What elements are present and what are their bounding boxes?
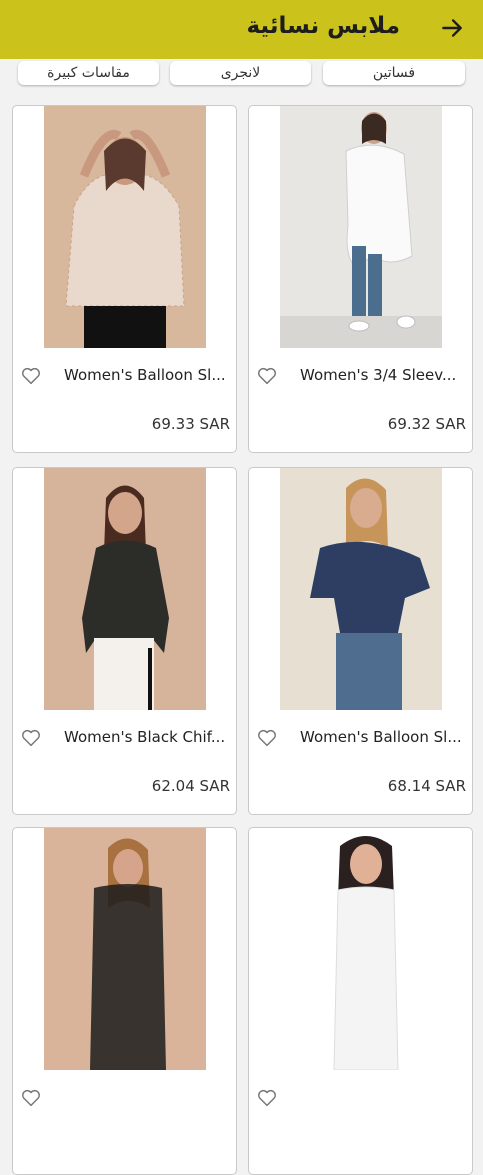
product-card[interactable]: Women's Balloon Sl... 68.14 SAR <box>248 467 473 815</box>
product-name: Women's 3/4 Sleev... <box>300 366 457 384</box>
product-name: Women's Balloon Sl... <box>64 366 226 384</box>
app-header: ملابس نسائية <box>0 0 483 59</box>
heart-icon[interactable] <box>20 365 42 387</box>
chip-lingerie[interactable]: لانجرى <box>170 61 311 85</box>
heart-icon[interactable] <box>256 365 278 387</box>
product-price: 69.33 SAR <box>151 415 230 433</box>
product-image[interactable] <box>280 106 442 348</box>
page-title: ملابس نسائية <box>246 13 400 39</box>
chip-plus-size[interactable]: مقاسات كبيرة <box>18 61 159 85</box>
heart-icon[interactable] <box>20 727 42 749</box>
product-image[interactable] <box>280 828 442 1070</box>
category-chips: فساتين لانجرى مقاسات كبيرة <box>0 59 483 89</box>
product-card[interactable]: Women's 3/4 Sleev... 69.32 SAR <box>248 105 473 453</box>
chip-dresses[interactable]: فساتين <box>323 61 465 85</box>
product-card[interactable]: Women's Balloon Sl... 69.33 SAR <box>12 105 237 453</box>
heart-icon[interactable] <box>20 1087 42 1109</box>
arrow-right-icon[interactable] <box>439 15 465 41</box>
heart-icon[interactable] <box>256 1087 278 1109</box>
product-image[interactable] <box>44 828 206 1070</box>
product-card[interactable] <box>248 827 473 1175</box>
product-card[interactable]: Women's Black Chif... 62.04 SAR <box>12 467 237 815</box>
product-price: 68.14 SAR <box>387 777 466 795</box>
product-price: 62.04 SAR <box>151 777 230 795</box>
heart-icon[interactable] <box>256 727 278 749</box>
product-name: Women's Black Chif... <box>64 728 226 746</box>
product-image[interactable] <box>44 106 206 348</box>
product-image[interactable] <box>280 468 442 710</box>
product-name: Women's Balloon Sl... <box>300 728 462 746</box>
product-image[interactable] <box>44 468 206 710</box>
product-card[interactable] <box>12 827 237 1175</box>
product-price: 69.32 SAR <box>387 415 466 433</box>
